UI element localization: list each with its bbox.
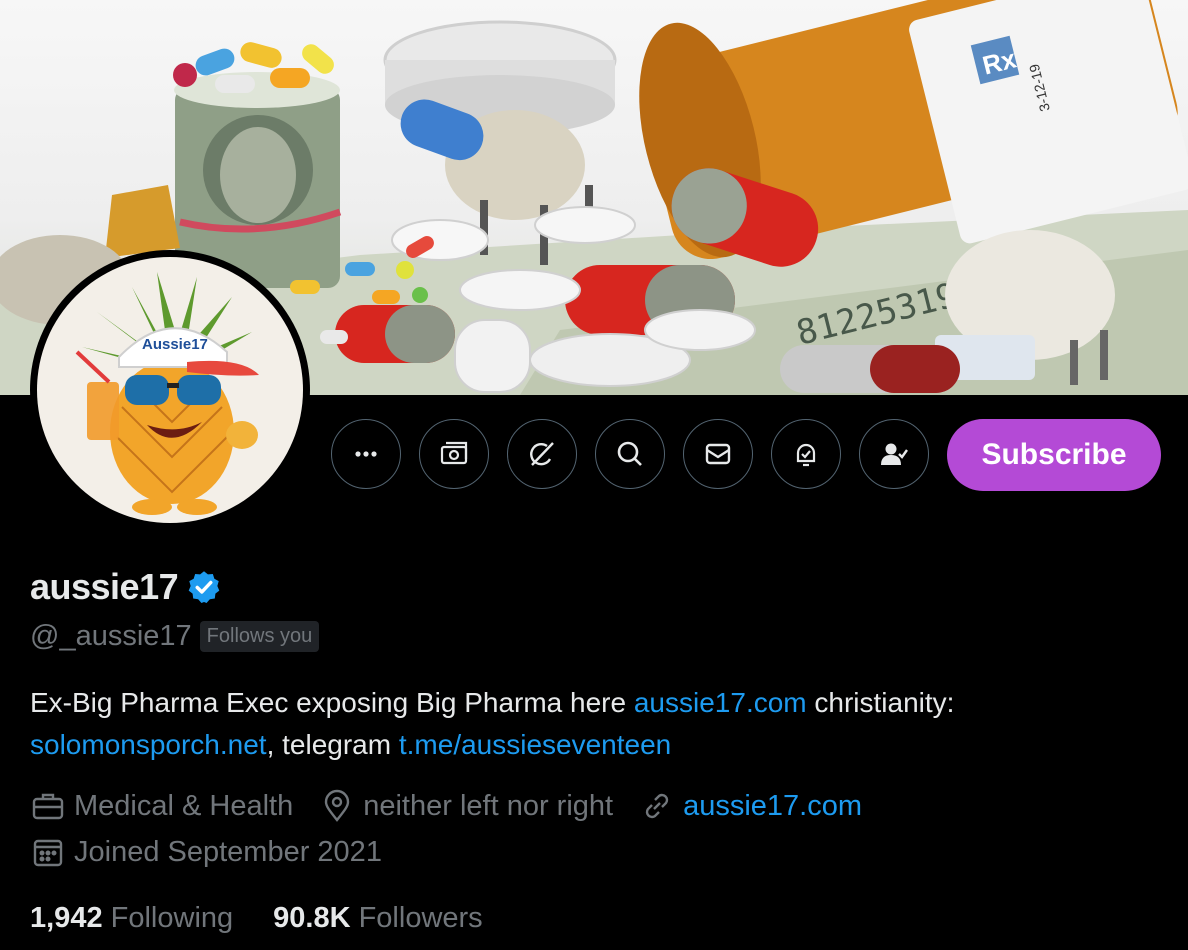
- following-stat[interactable]: 1,942 Following: [30, 902, 233, 935]
- category-item: Medical & Health: [30, 788, 293, 824]
- notifications-button[interactable]: [771, 419, 841, 489]
- more-icon: [355, 451, 377, 457]
- bio-link-solomonsporch[interactable]: solomonsporch.net: [30, 729, 267, 760]
- location-text: neither left nor right: [363, 789, 614, 822]
- website-link[interactable]: aussie17.com: [683, 790, 862, 823]
- following-count: 1,942: [30, 902, 103, 934]
- joined-text: Joined September 2021: [74, 835, 382, 868]
- follows-you-badge: Follows you: [199, 621, 320, 652]
- pineapple-mascot-image: Aussie17: [75, 272, 259, 515]
- location-item: neither left nor right: [319, 788, 613, 824]
- following-button[interactable]: [859, 419, 929, 489]
- message-icon: [705, 443, 731, 465]
- profile-name-row: aussie17: [30, 566, 222, 608]
- more-button[interactable]: [331, 419, 401, 489]
- amber-cup: [105, 185, 180, 258]
- profile-joined-row: Joined September 2021: [30, 834, 408, 870]
- verified-badge-icon[interactable]: [186, 569, 222, 605]
- search-button[interactable]: [595, 419, 665, 489]
- bio-link-telegram[interactable]: t.me/aussieseventeen: [399, 729, 671, 760]
- bell-icon: [796, 443, 816, 467]
- message-button[interactable]: [683, 419, 753, 489]
- display-name: aussie17: [30, 566, 179, 607]
- profile-avatar[interactable]: Aussie17: [30, 250, 310, 530]
- tip-button[interactable]: [419, 419, 489, 489]
- profile-handle-row: @_aussie17 Follows you: [30, 620, 320, 653]
- cap-text: Aussie17: [142, 336, 208, 353]
- subscribe-button[interactable]: Subscribe: [947, 419, 1161, 491]
- follow-stats: 1,942 Following 90.8K Followers: [30, 902, 523, 935]
- calendar-icon: [33, 839, 63, 867]
- following-label: Following: [110, 902, 234, 934]
- bio-text: Ex-Big Pharma Exec exposing Big Pharma h…: [30, 687, 634, 718]
- link-icon: [645, 793, 669, 819]
- location-pin-icon: [325, 789, 350, 822]
- website-item[interactable]: aussie17.com: [639, 788, 862, 824]
- category-text: Medical & Health: [74, 789, 294, 822]
- joined-item: Joined September 2021: [30, 834, 382, 870]
- grok-icon: [530, 442, 554, 466]
- person-check-icon: [881, 443, 908, 465]
- search-icon: [617, 441, 642, 466]
- briefcase-icon: [32, 793, 64, 820]
- money-icon: [440, 441, 468, 465]
- profile-meta-row: Medical & Health neither left nor right …: [30, 788, 888, 824]
- followers-count: 90.8K: [273, 902, 351, 934]
- bio-text: christianity:: [806, 687, 955, 718]
- bio-text: , telegram: [266, 729, 399, 760]
- followers-label: Followers: [358, 902, 483, 934]
- bio-link-website[interactable]: aussie17.com: [634, 687, 807, 718]
- followers-stat[interactable]: 90.8K Followers: [273, 902, 483, 935]
- profile-bio: Ex-Big Pharma Exec exposing Big Pharma h…: [30, 682, 1150, 766]
- username-handle: @_aussie17: [30, 620, 192, 652]
- grok-button[interactable]: [507, 419, 577, 489]
